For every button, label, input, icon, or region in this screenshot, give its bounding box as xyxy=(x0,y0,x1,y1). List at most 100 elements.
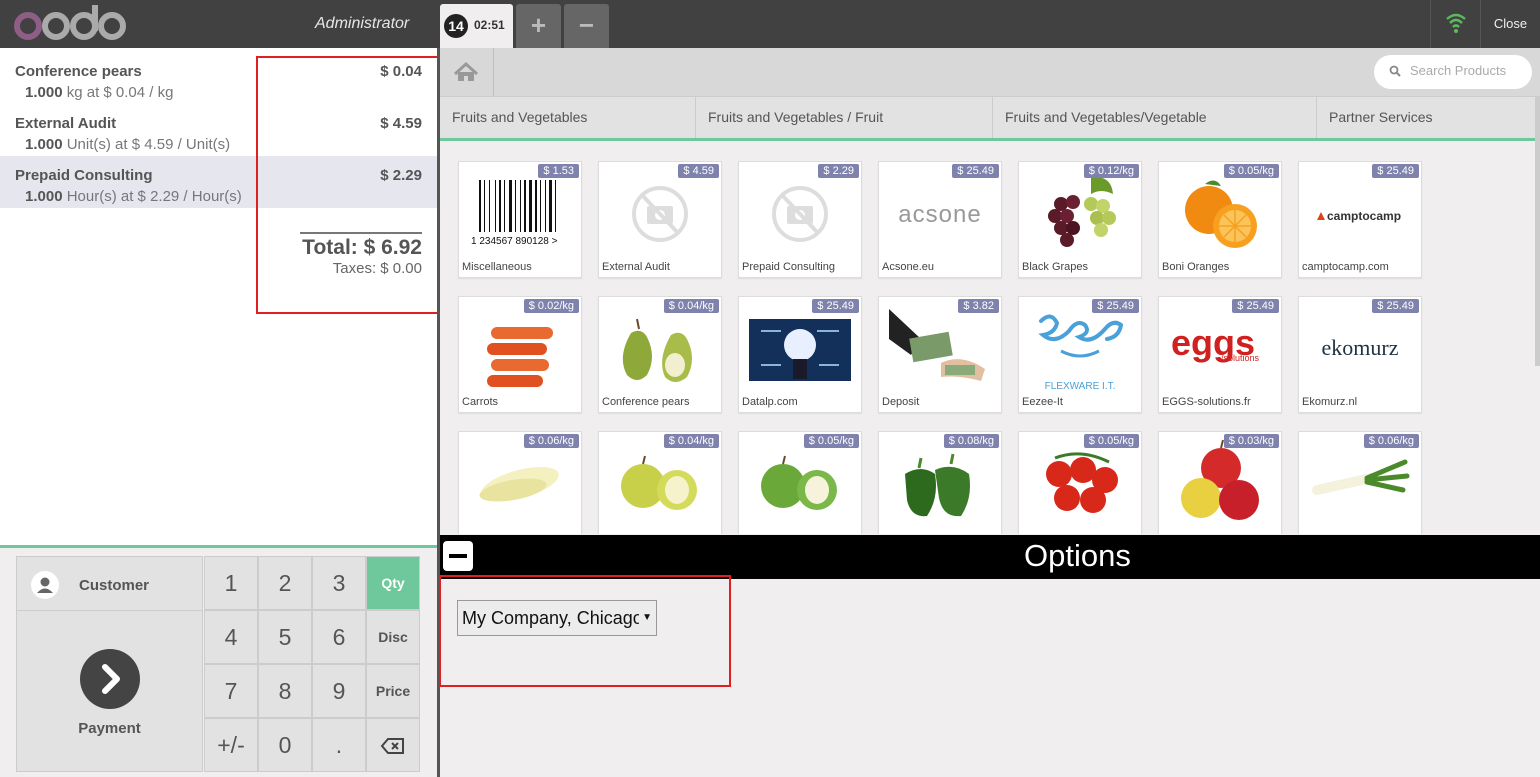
payment-button[interactable]: Payment xyxy=(17,611,202,771)
product-name: Boni Oranges xyxy=(1162,261,1230,273)
home-button[interactable] xyxy=(440,48,494,96)
numpad-key-0[interactable]: 0 xyxy=(258,718,312,772)
product-card[interactable]: 1 234567 890128 > $ 1.53 Miscellaneous xyxy=(458,161,582,278)
customer-button[interactable]: Customer xyxy=(17,557,202,611)
product-card[interactable]: $ 0.02/kg Carrots xyxy=(458,296,582,413)
proxy-status[interactable] xyxy=(1430,0,1480,48)
price-mode-button[interactable]: Price xyxy=(366,664,420,718)
category-bar: Fruits and Vegetables Fruits and Vegetab… xyxy=(440,97,1540,141)
close-button[interactable]: Close xyxy=(1480,0,1540,48)
product-price-tag: $ 25.49 xyxy=(1092,299,1139,313)
category-fruits-vegetables[interactable]: Fruits and Vegetables xyxy=(440,97,696,138)
numpad-key-8[interactable]: 8 xyxy=(258,664,312,718)
numpad-key-7[interactable]: 7 xyxy=(204,664,258,718)
ekomurz-logo-text: ekomurz xyxy=(1322,335,1399,360)
product-card[interactable]: eggs/solutions $ 25.49 EGGS-solutions.fr xyxy=(1158,296,1282,413)
qty-mode-button[interactable]: Qty xyxy=(366,556,420,610)
product-card[interactable]: FLEXWARE I.T. $ 25.49 Eezee-It xyxy=(1018,296,1142,413)
numpad-key-1[interactable]: 1 xyxy=(204,556,258,610)
barcode-digits: 1 234567 890128 > xyxy=(471,236,558,247)
highlight-box-options xyxy=(439,575,731,687)
product-card[interactable]: $ 0.06/kg xyxy=(458,431,582,534)
order-line-info: 1.000 Unit(s) at $ 4.59 / Unit(s) xyxy=(25,136,230,153)
product-card[interactable]: $ 2.29 Prepaid Consulting xyxy=(738,161,862,278)
scrollbar[interactable] xyxy=(1535,96,1540,366)
product-card[interactable]: camptocamp $ 25.49 camptocamp.com xyxy=(1298,161,1422,278)
no-photo-image xyxy=(632,186,688,242)
product-name: Prepaid Consulting xyxy=(742,261,835,273)
product-card[interactable]: acsone $ 25.49 Acsone.eu xyxy=(878,161,1002,278)
product-price-tag: $ 4.59 xyxy=(678,164,719,178)
order-line-qty: 1.000 xyxy=(25,188,63,205)
add-order-button[interactable]: + xyxy=(516,4,561,48)
product-name: Deposit xyxy=(882,396,920,408)
eggs-logo-image: eggs/solutions xyxy=(1171,322,1260,363)
order-number-badge: 14 xyxy=(444,14,468,38)
golden-apples-image xyxy=(621,455,697,510)
product-card[interactable]: $ 0.05/kg Boni Oranges xyxy=(1158,161,1282,278)
numpad-key-9[interactable]: 9 xyxy=(312,664,366,718)
barcode-image: 1 234567 890128 > xyxy=(471,180,558,247)
category-fruit[interactable]: Fruits and Vegetables / Fruit xyxy=(696,97,993,138)
odoo-logo xyxy=(14,5,126,40)
search-box[interactable] xyxy=(1374,55,1532,89)
carrots-image xyxy=(487,327,553,387)
product-card[interactable]: $ 0.04/kg Conference pears xyxy=(598,296,722,413)
product-price-tag: $ 0.03/kg xyxy=(1223,434,1279,448)
delete-order-button[interactable]: − xyxy=(564,4,609,48)
numpad-key-5[interactable]: 5 xyxy=(258,610,312,664)
order-line-info: 1.000 kg at $ 0.04 / kg xyxy=(25,84,173,101)
order-line-unit-price: kg at $ 0.04 / kg xyxy=(62,84,174,101)
product-card[interactable]: $ 25.49 Datalp.com xyxy=(738,296,862,413)
home-icon xyxy=(453,61,479,81)
product-card[interactable]: $ 0.03/kg xyxy=(1158,431,1282,534)
product-price-tag: $ 0.06/kg xyxy=(1363,434,1419,448)
product-price-tag: $ 0.06/kg xyxy=(523,434,579,448)
breadcrumb-bar xyxy=(440,48,1540,97)
username-label: Administrator xyxy=(315,15,410,32)
numpad-key-2[interactable]: 2 xyxy=(258,556,312,610)
numpad: 1 2 3 Qty 4 5 6 Disc 7 8 9 Price +/- 0 . xyxy=(204,556,422,772)
order-line-qty: 1.000 xyxy=(25,84,63,101)
oranges-image xyxy=(1185,180,1257,248)
product-card[interactable]: $ 0.12/kg Black Grapes xyxy=(1018,161,1142,278)
product-card[interactable]: $ 0.06/kg xyxy=(1298,431,1422,534)
order-line-name: Prepaid Consulting xyxy=(15,167,153,184)
product-card[interactable]: $ 4.59 External Audit xyxy=(598,161,722,278)
search-input[interactable] xyxy=(1410,63,1525,78)
product-price-tag: $ 3.82 xyxy=(958,299,999,313)
order-time: 02:51 xyxy=(474,18,505,32)
product-card[interactable]: ekomurz $ 25.49 Ekomurz.nl xyxy=(1298,296,1422,413)
order-line-unit-price: Hour(s) at $ 2.29 / Hour(s) xyxy=(62,188,242,205)
collapse-options-button[interactable] xyxy=(443,541,473,571)
disc-mode-button[interactable]: Disc xyxy=(366,610,420,664)
numpad-key-6[interactable]: 6 xyxy=(312,610,366,664)
acsone-logo-image: acsone xyxy=(898,201,981,228)
numpad-key-sign[interactable]: +/- xyxy=(204,718,258,772)
numpad-key-3[interactable]: 3 xyxy=(312,556,366,610)
numpad-key-dot[interactable]: . xyxy=(312,718,366,772)
order-tab[interactable]: 14 02:51 xyxy=(440,4,513,48)
eezee-logo-image: FLEXWARE I.T. xyxy=(1038,314,1124,392)
payment-label: Payment xyxy=(78,720,141,737)
product-name: camptocamp.com xyxy=(1302,261,1389,273)
backspace-button[interactable] xyxy=(366,718,420,772)
eezee-logo-text: FLEXWARE I.T. xyxy=(1045,381,1116,392)
category-vegetable[interactable]: Fruits and Vegetables/Vegetable xyxy=(993,97,1317,138)
product-card[interactable]: $ 0.04/kg xyxy=(598,431,722,534)
product-card[interactable]: $ 0.08/kg xyxy=(878,431,1002,534)
cash-image xyxy=(889,309,985,381)
category-partner-services[interactable]: Partner Services xyxy=(1317,97,1540,138)
plus-icon: + xyxy=(530,10,547,40)
product-card[interactable]: $ 0.05/kg xyxy=(1018,431,1142,534)
product-price-tag: $ 25.49 xyxy=(1372,299,1419,313)
product-card[interactable]: $ 3.82 Deposit xyxy=(878,296,1002,413)
acsone-logo-text: acsone xyxy=(898,201,981,228)
wifi-icon xyxy=(1446,13,1466,33)
top-bar: Administrator 14 02:51 + − Close xyxy=(0,0,1540,48)
product-name: Acsone.eu xyxy=(882,261,934,273)
leeks-image xyxy=(1312,459,1410,495)
action-pad: Customer Payment xyxy=(16,556,203,772)
numpad-key-4[interactable]: 4 xyxy=(204,610,258,664)
product-card[interactable]: $ 0.05/kg xyxy=(738,431,862,534)
